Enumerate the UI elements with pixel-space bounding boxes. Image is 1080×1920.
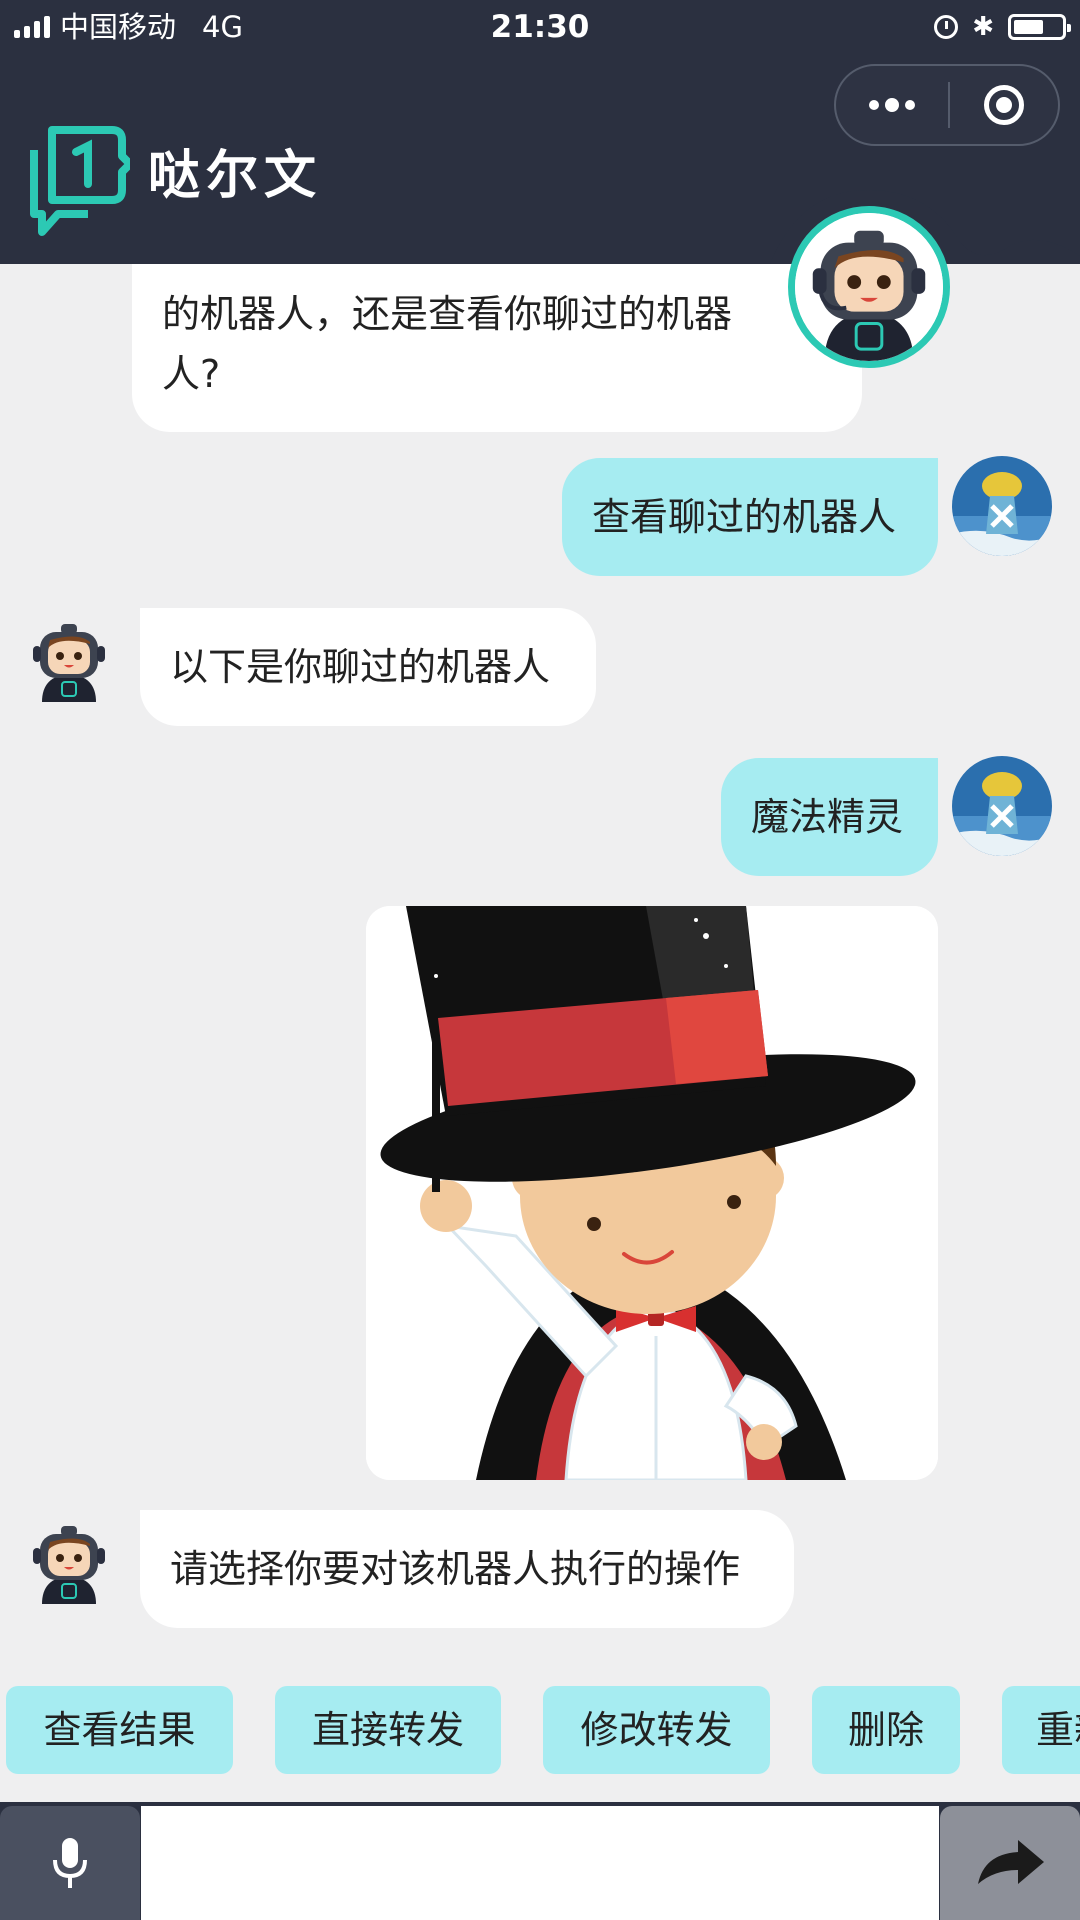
direct-forward-button[interactable]: 直接转发 xyxy=(275,1686,501,1774)
close-mini-program-button[interactable] xyxy=(950,66,1058,144)
bluetooth-icon: ✱ xyxy=(972,12,994,42)
status-bar: 中国移动 4G 21:30 ✱ xyxy=(0,0,1080,54)
bot-message-line: 人? xyxy=(162,352,221,396)
robot-avatar-icon xyxy=(33,1526,105,1604)
user-avatar-icon xyxy=(952,456,1052,556)
microphone-icon xyxy=(53,1838,87,1888)
user-avatar[interactable] xyxy=(952,756,1052,856)
chat-logo-icon xyxy=(30,126,130,236)
battery-icon xyxy=(1008,14,1071,40)
bot-avatar-large xyxy=(788,206,950,368)
send-button[interactable] xyxy=(940,1806,1080,1920)
view-result-button[interactable]: 查看结果 xyxy=(6,1686,233,1774)
bot-message: 请选择你要对该机器人执行的操作 xyxy=(140,1510,794,1628)
target-close-icon xyxy=(984,85,1024,125)
edit-forward-button[interactable]: 修改转发 xyxy=(543,1686,770,1774)
bot-avatar xyxy=(28,1522,110,1604)
bot-message-text: 以下是你聊过的机器人 xyxy=(170,645,551,689)
app-logo: 哒尔文 xyxy=(26,116,322,236)
status-time: 21:30 xyxy=(490,9,590,45)
robot-avatar-icon xyxy=(33,624,105,702)
robot-avatar-icon xyxy=(795,213,943,361)
restart-button[interactable]: 重新 xyxy=(1002,1686,1080,1774)
robot-image-card[interactable] xyxy=(366,906,938,1480)
status-right: ✱ xyxy=(934,12,1071,42)
bot-message: 的机器人，还是查看你聊过的机器 人? xyxy=(132,264,862,432)
message-input[interactable] xyxy=(141,1806,939,1920)
user-message: 查看聊过的机器人 xyxy=(562,458,938,576)
user-message-text: 查看聊过的机器人 xyxy=(592,495,897,539)
user-avatar[interactable] xyxy=(952,456,1052,556)
mini-program-capsule xyxy=(834,64,1060,146)
bot-message: 以下是你聊过的机器人 xyxy=(140,608,596,726)
app-name: 哒尔文 xyxy=(148,145,323,206)
share-arrow-icon xyxy=(978,1840,1044,1884)
bot-message-line: 的机器人，还是查看你聊过的机器 xyxy=(162,292,733,336)
input-bar xyxy=(0,1802,1080,1920)
more-dots-icon[interactable] xyxy=(836,66,948,144)
action-chip-row[interactable]: 查看结果 直接转发 修改转发 删除 重新 xyxy=(0,1686,1080,1776)
bot-message-text: 请选择你要对该机器人执行的操作 xyxy=(170,1547,741,1591)
voice-input-button[interactable] xyxy=(0,1806,140,1920)
delete-button[interactable]: 删除 xyxy=(812,1686,960,1774)
user-message-text: 魔法精灵 xyxy=(751,795,904,839)
bot-avatar xyxy=(28,620,110,702)
alarm-icon xyxy=(934,15,959,39)
user-message: 魔法精灵 xyxy=(721,758,938,876)
magician-illustration xyxy=(366,906,938,1480)
user-avatar-icon xyxy=(952,756,1052,856)
